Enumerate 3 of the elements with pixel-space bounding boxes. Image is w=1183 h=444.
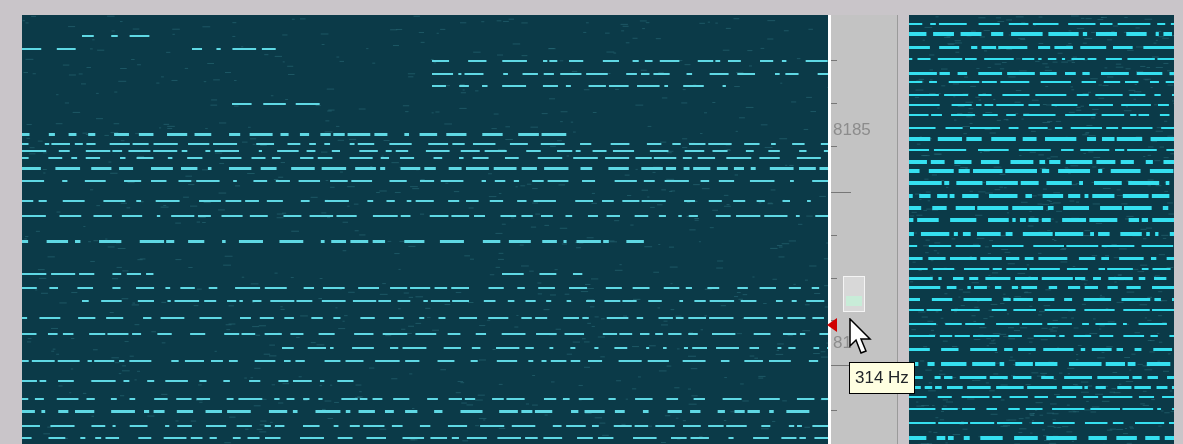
tooltip: 314 Hz xyxy=(849,362,915,394)
cursor-icon xyxy=(849,318,873,356)
slider-thumb[interactable] xyxy=(843,276,865,312)
